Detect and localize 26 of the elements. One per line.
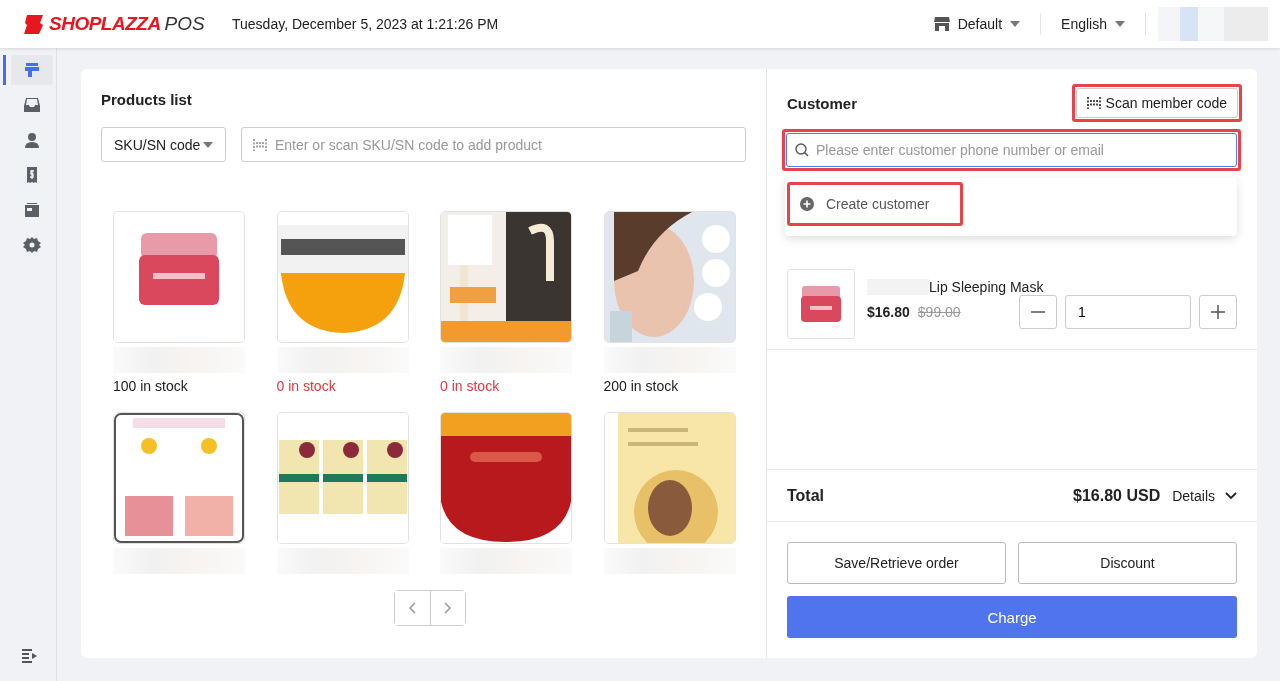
stock-count: 0 in stock <box>440 378 501 394</box>
total-label: Total <box>787 486 826 505</box>
date-time: Tuesday, December 5, 2023 at 1:21:26 PM <box>232 16 500 32</box>
scan-member-button[interactable]: Scan member code <box>1075 88 1238 118</box>
stock-count: 200 in stock <box>603 378 680 394</box>
discount-button[interactable]: Discount <box>1018 542 1237 584</box>
language-dropdown[interactable]: English <box>1041 13 1146 35</box>
product-name: POS <box>164 13 205 35</box>
sale-price: $16.80 <box>867 304 910 320</box>
save-order-button[interactable]: Save/Retrieve order <box>787 542 1006 584</box>
search-type-dropdown[interactable]: SKU/SN code <box>101 127 226 162</box>
brand-name: SHOPLAZZA <box>49 13 161 35</box>
charge-button[interactable]: Charge <box>787 596 1237 638</box>
total-amount: $16.80 USD <box>1073 486 1161 505</box>
product-name: Lip Sleeping Mask <box>929 279 1044 295</box>
section-title: Customer <box>787 94 857 112</box>
quantity-field[interactable]: 1 <box>1065 295 1191 329</box>
details-toggle[interactable]: Details <box>1172 487 1237 504</box>
original-price: $99.00 <box>917 304 961 320</box>
customer-search-field[interactable]: Please enter customer phone number or email <box>786 133 1237 167</box>
stock-count: 0 in stock <box>276 378 337 394</box>
section-title: Products list <box>101 91 193 108</box>
create-customer-item[interactable]: Create customer <box>790 185 960 223</box>
sku-input-field[interactable]: Enter or scan SKU/SN code to add product <box>241 127 746 162</box>
stock-count: 100 in stock <box>113 378 189 394</box>
store-dropdown[interactable]: Default <box>913 13 1042 35</box>
